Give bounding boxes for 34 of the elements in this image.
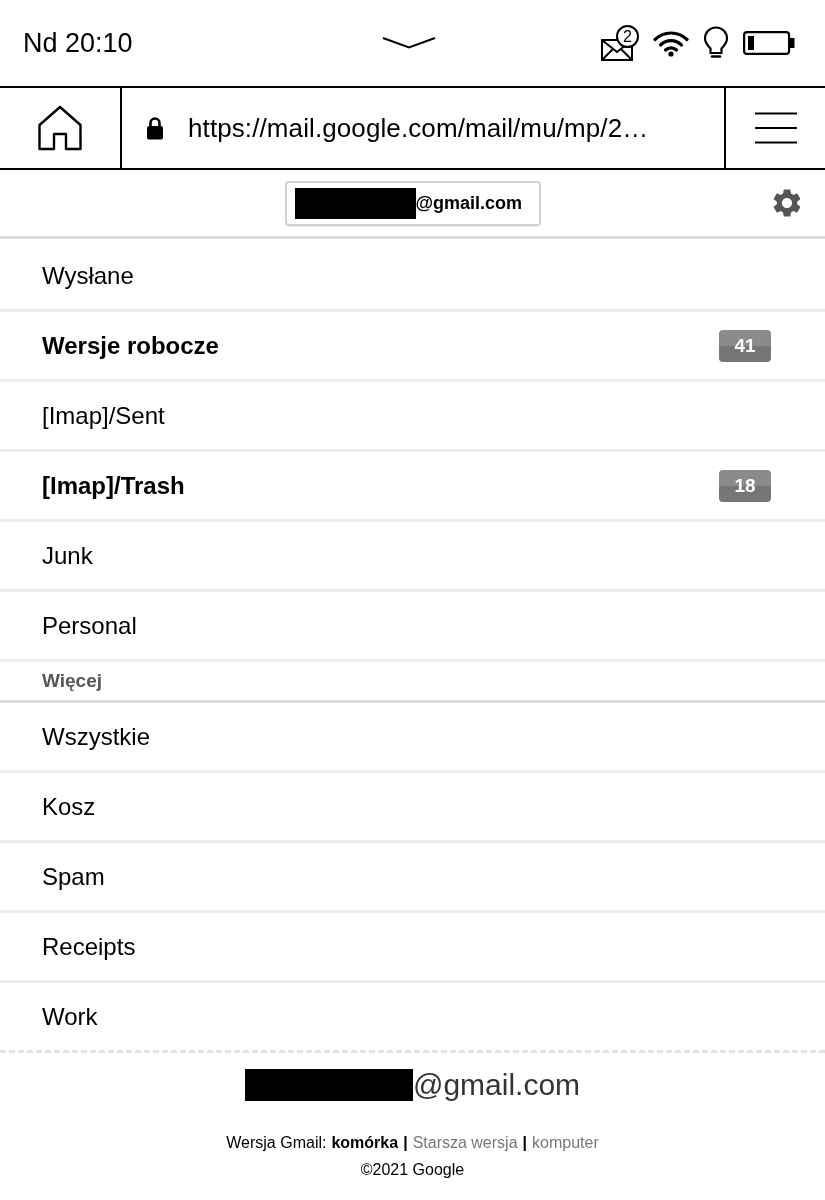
- folder-item[interactable]: Personal: [0, 592, 825, 662]
- unread-count: 18: [719, 469, 771, 502]
- version-label: Wersja Gmail:: [226, 1133, 327, 1153]
- lightbulb-icon[interactable]: [703, 26, 729, 60]
- url-text: https://mail.google.com/mail/mu/mp/2…: [188, 112, 649, 144]
- wifi-icon[interactable]: [653, 29, 689, 57]
- clock-time: Nd 20:10: [23, 29, 133, 57]
- chevron-down-icon[interactable]: [382, 37, 436, 49]
- pipe-separator: |: [522, 1133, 528, 1153]
- version-link[interactable]: Starsza wersja: [412, 1133, 518, 1153]
- menu-icon: [753, 112, 798, 144]
- copyright-text: ©2021 Google: [360, 1160, 465, 1180]
- battery-icon[interactable]: [743, 31, 795, 55]
- account-email: @gmail.com: [412, 1070, 581, 1100]
- version-link[interactable]: komputer: [532, 1133, 599, 1153]
- pipe-separator: |: [403, 1133, 408, 1153]
- folder-item[interactable]: Wysłane: [0, 242, 825, 312]
- current-version: komórka: [331, 1133, 399, 1153]
- folder-item[interactable]: Wersje robocze 41: [0, 312, 825, 382]
- notification-badge: 2: [616, 25, 639, 48]
- folder-item[interactable]: Kosz: [0, 773, 825, 843]
- folder-item[interactable]: Wszystkie: [0, 703, 825, 773]
- folder-item[interactable]: Junk: [0, 522, 825, 592]
- section-heading: Więcej: [0, 662, 825, 703]
- home-icon: [37, 105, 83, 151]
- folder-item[interactable]: Receipts: [0, 913, 825, 983]
- folder-item[interactable]: Work: [0, 983, 825, 1053]
- folder-item[interactable]: [Imap]/Sent: [0, 382, 825, 452]
- lock-icon: [146, 116, 164, 140]
- account-button[interactable]: @gmail.com: [284, 180, 541, 226]
- unread-count: 41: [719, 329, 771, 362]
- url-field[interactable]: https://mail.google.com/mail/mu/mp/2…: [120, 88, 726, 168]
- folder-item[interactable]: Spam: [0, 843, 825, 913]
- folder-item[interactable]: [Imap]/Trash 18: [0, 452, 825, 522]
